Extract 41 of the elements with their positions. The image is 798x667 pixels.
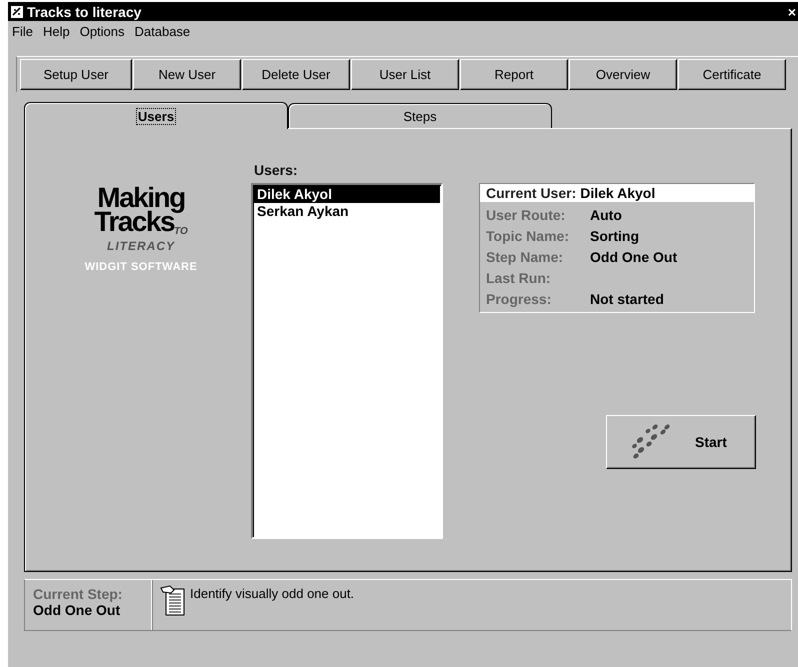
app-icon: [11, 6, 23, 18]
logo-making: Making: [97, 183, 185, 213]
step-description: Identify visually odd one out.: [190, 585, 354, 603]
field-label: Progress:: [486, 291, 552, 307]
tab[interactable]: Users: [24, 102, 288, 129]
toolbar-button[interactable]: Report: [460, 59, 568, 90]
field-value: Odd One Out: [590, 249, 678, 265]
menu-item[interactable]: Options: [80, 24, 125, 44]
start-button[interactable]: Start: [606, 415, 756, 469]
toolbar-button[interactable]: New User: [133, 59, 241, 90]
close-button[interactable]: ×: [788, 4, 798, 18]
field-label: Step Name:: [486, 249, 564, 265]
field-label: User Route:: [486, 207, 566, 223]
toolbar-button[interactable]: Certificate: [678, 59, 786, 90]
publisher-name: WIDGIT SOFTWARE: [84, 261, 198, 273]
current-step-label: Current Step:: [33, 586, 124, 602]
footprints-icon: [631, 424, 671, 460]
menu-item[interactable]: File: [12, 24, 33, 44]
field-value: Auto: [590, 207, 622, 223]
users-label: Users:: [254, 162, 299, 178]
field-value: Not started: [590, 291, 664, 307]
toolbar-button[interactable]: Setup User: [20, 59, 132, 90]
logo-literacy: LITERACY: [107, 239, 175, 253]
window-title: Tracks to literacy: [27, 4, 142, 20]
user-item[interactable]: Serkan Aykan: [254, 203, 440, 220]
menu-item[interactable]: Database: [134, 24, 190, 44]
current-user-value: Dilek Akyol: [580, 185, 656, 201]
current-user-label: Current User:: [486, 185, 576, 201]
logo-to: TO: [174, 226, 188, 237]
field-value: Sorting: [590, 228, 639, 244]
field-label: Topic Name:: [486, 228, 570, 244]
user-item[interactable]: Dilek Akyol: [254, 186, 440, 203]
toolbar-button[interactable]: Overview: [569, 59, 677, 90]
users-list[interactable]: Dilek Akyol Serkan Aykan: [251, 183, 443, 539]
current-step-value: Odd One Out: [33, 602, 122, 618]
field-label: Last Run:: [486, 270, 552, 286]
document-icon: [160, 584, 186, 616]
menu-item[interactable]: Help: [42, 24, 70, 44]
tab[interactable]: Steps: [288, 103, 552, 128]
toolbar-button[interactable]: Delete User: [242, 59, 350, 90]
toolbar-button[interactable]: User List: [351, 59, 459, 90]
